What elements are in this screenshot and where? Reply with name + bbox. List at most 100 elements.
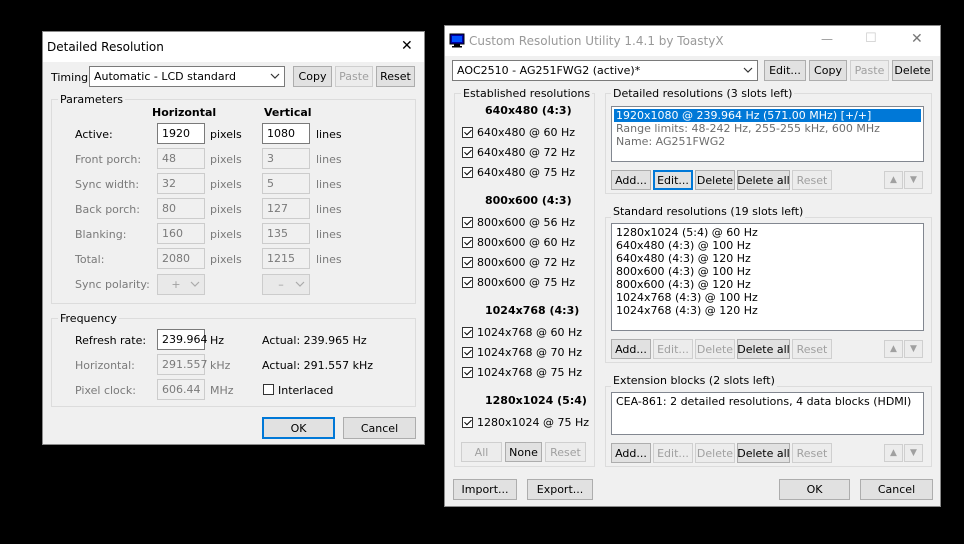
refresh-rate-input[interactable]: 239.964 [157, 329, 208, 350]
timing-copy-button[interactable]: Copy [293, 66, 332, 87]
standard-edit-button[interactable]: Edit... [653, 339, 693, 359]
extension-delete-all-button[interactable]: Delete all [737, 443, 790, 463]
close-icon[interactable]: ✕ [911, 31, 923, 47]
cru-cancel-button[interactable]: Cancel [860, 479, 933, 500]
chevron-down-icon [295, 281, 305, 287]
timing-select[interactable]: Automatic - LCD standard [89, 66, 285, 87]
sync-polarity-v-select[interactable]: – [262, 274, 310, 295]
list-item[interactable]: Range limits: 48-242 Hz, 255-255 kHz, 60… [616, 122, 880, 135]
param-h-input[interactable]: 2080 [157, 248, 205, 269]
list-item[interactable]: 1920x1080 @ 239.964 Hz (571.00 MHz) [+/+… [616, 109, 871, 122]
established-all-button[interactable]: All [461, 442, 502, 462]
param-v-input[interactable]: 135 [262, 223, 310, 244]
minimize-icon[interactable]: — [821, 32, 833, 46]
established-checkbox[interactable] [462, 277, 473, 288]
monitor-paste-button[interactable]: Paste [850, 60, 889, 81]
standard-list[interactable]: 1280x1024 (5:4) @ 60 Hz 640x480 (4:3) @ 1… [611, 223, 924, 331]
pixel-clock-input[interactable]: 606.44 [157, 379, 205, 400]
extension-list[interactable]: CEA-861: 2 detailed resolutions, 4 data … [611, 392, 924, 435]
export-button[interactable]: Export... [527, 479, 593, 500]
established-item-label: 640x480 @ 75 Hz [477, 166, 576, 179]
established-reset-button[interactable]: Reset [545, 442, 586, 462]
timing-paste-button[interactable]: Paste [335, 66, 373, 87]
list-item[interactable]: CEA-861: 2 detailed resolutions, 4 data … [616, 395, 911, 408]
established-checkbox[interactable] [462, 217, 473, 228]
established-checkbox[interactable] [462, 417, 473, 428]
pixel-clock-unit: MHz [210, 384, 234, 397]
detailed-reset-button[interactable]: Reset [792, 170, 832, 190]
standard-reset-button[interactable]: Reset [792, 339, 832, 359]
param-h-input[interactable]: 1920 [157, 123, 205, 144]
sync-polarity-h-select[interactable]: + [157, 274, 205, 295]
list-item[interactable]: 640x480 (4:3) @ 120 Hz [616, 252, 751, 265]
established-item-label: 640x480 @ 72 Hz [477, 146, 576, 159]
detailed-add-button[interactable]: Add... [611, 170, 651, 190]
move-down-icon[interactable]: ▼ [904, 444, 923, 462]
param-h-unit: pixels [210, 153, 242, 166]
cru-titlebar: Custom Resolution Utility 1.4.1 by Toast… [445, 26, 940, 56]
extension-add-button[interactable]: Add... [611, 443, 651, 463]
timing-select-value: Automatic - LCD standard [94, 70, 236, 83]
established-checkbox[interactable] [462, 167, 473, 178]
detailed-delete-button[interactable]: Delete [695, 170, 735, 190]
param-v-unit: lines [316, 178, 342, 191]
established-checkbox[interactable] [462, 257, 473, 268]
move-up-icon[interactable]: ▲ [884, 340, 903, 358]
list-item[interactable]: 1024x768 (4:3) @ 120 Hz [616, 304, 758, 317]
param-h-input[interactable]: 80 [157, 198, 205, 219]
move-up-icon[interactable]: ▲ [884, 171, 903, 189]
standard-add-button[interactable]: Add... [611, 339, 651, 359]
established-group-title: 1024x768 (4:3) [485, 304, 580, 317]
param-v-input[interactable]: 1080 [262, 123, 310, 144]
param-row-label: Back porch: [75, 203, 140, 216]
param-h-input[interactable]: 160 [157, 223, 205, 244]
extension-delete-button[interactable]: Delete [695, 443, 735, 463]
move-down-icon[interactable]: ▼ [904, 171, 923, 189]
standard-delete-all-button[interactable]: Delete all [737, 339, 790, 359]
param-v-input[interactable]: 1215 [262, 248, 310, 269]
standard-delete-button[interactable]: Delete [695, 339, 735, 359]
cru-ok-button[interactable]: OK [779, 479, 850, 500]
monitor-delete-button[interactable]: Delete [892, 60, 933, 81]
list-item[interactable]: Name: AG251FWG2 [616, 135, 725, 148]
monitor-edit-button[interactable]: Edit... [764, 60, 806, 81]
timing-reset-button[interactable]: Reset [376, 66, 415, 87]
param-v-input[interactable]: 3 [262, 148, 310, 169]
established-checkbox[interactable] [462, 147, 473, 158]
established-checkbox[interactable] [462, 127, 473, 138]
extension-edit-button[interactable]: Edit... [653, 443, 693, 463]
established-checkbox[interactable] [462, 237, 473, 248]
monitor-select[interactable]: AOC2510 - AG251FWG2 (active)* [452, 60, 758, 81]
list-item[interactable]: 800x600 (4:3) @ 100 Hz [616, 265, 751, 278]
established-group-title: 1280x1024 (5:4) [485, 394, 587, 407]
pixel-clock-label: Pixel clock: [75, 384, 136, 397]
established-checkbox[interactable] [462, 367, 473, 378]
detailed-edit-button[interactable]: Edit... [653, 170, 693, 190]
established-checkbox[interactable] [462, 327, 473, 338]
close-icon[interactable]: ✕ [401, 38, 413, 54]
list-item[interactable]: 800x600 (4:3) @ 120 Hz [616, 278, 751, 291]
dialog-ok-button[interactable]: OK [262, 417, 335, 439]
established-checkbox[interactable] [462, 347, 473, 358]
move-up-icon[interactable]: ▲ [884, 444, 903, 462]
dialog-cancel-button[interactable]: Cancel [343, 417, 416, 439]
extension-reset-button[interactable]: Reset [792, 443, 832, 463]
established-item-label: 1024x768 @ 75 Hz [477, 366, 583, 379]
detailed-list[interactable]: 1920x1080 @ 239.964 Hz (571.00 MHz) [+/+… [611, 106, 924, 162]
interlaced-checkbox[interactable] [263, 384, 274, 395]
list-item[interactable]: 1280x1024 (5:4) @ 60 Hz [616, 226, 758, 239]
param-v-input[interactable]: 5 [262, 173, 310, 194]
detailed-delete-all-button[interactable]: Delete all [737, 170, 790, 190]
horizontal-freq-input[interactable]: 291.557 [157, 354, 208, 375]
maximize-icon[interactable]: ☐ [865, 31, 877, 46]
established-none-button[interactable]: None [505, 442, 542, 462]
param-h-input[interactable]: 48 [157, 148, 205, 169]
param-h-input[interactable]: 32 [157, 173, 205, 194]
monitor-copy-button[interactable]: Copy [809, 60, 847, 81]
list-item[interactable]: 1024x768 (4:3) @ 100 Hz [616, 291, 758, 304]
list-item[interactable]: 640x480 (4:3) @ 100 Hz [616, 239, 751, 252]
param-v-input[interactable]: 127 [262, 198, 310, 219]
import-button[interactable]: Import... [453, 479, 517, 500]
sync-polarity-h-value: + [171, 278, 181, 291]
move-down-icon[interactable]: ▼ [904, 340, 923, 358]
